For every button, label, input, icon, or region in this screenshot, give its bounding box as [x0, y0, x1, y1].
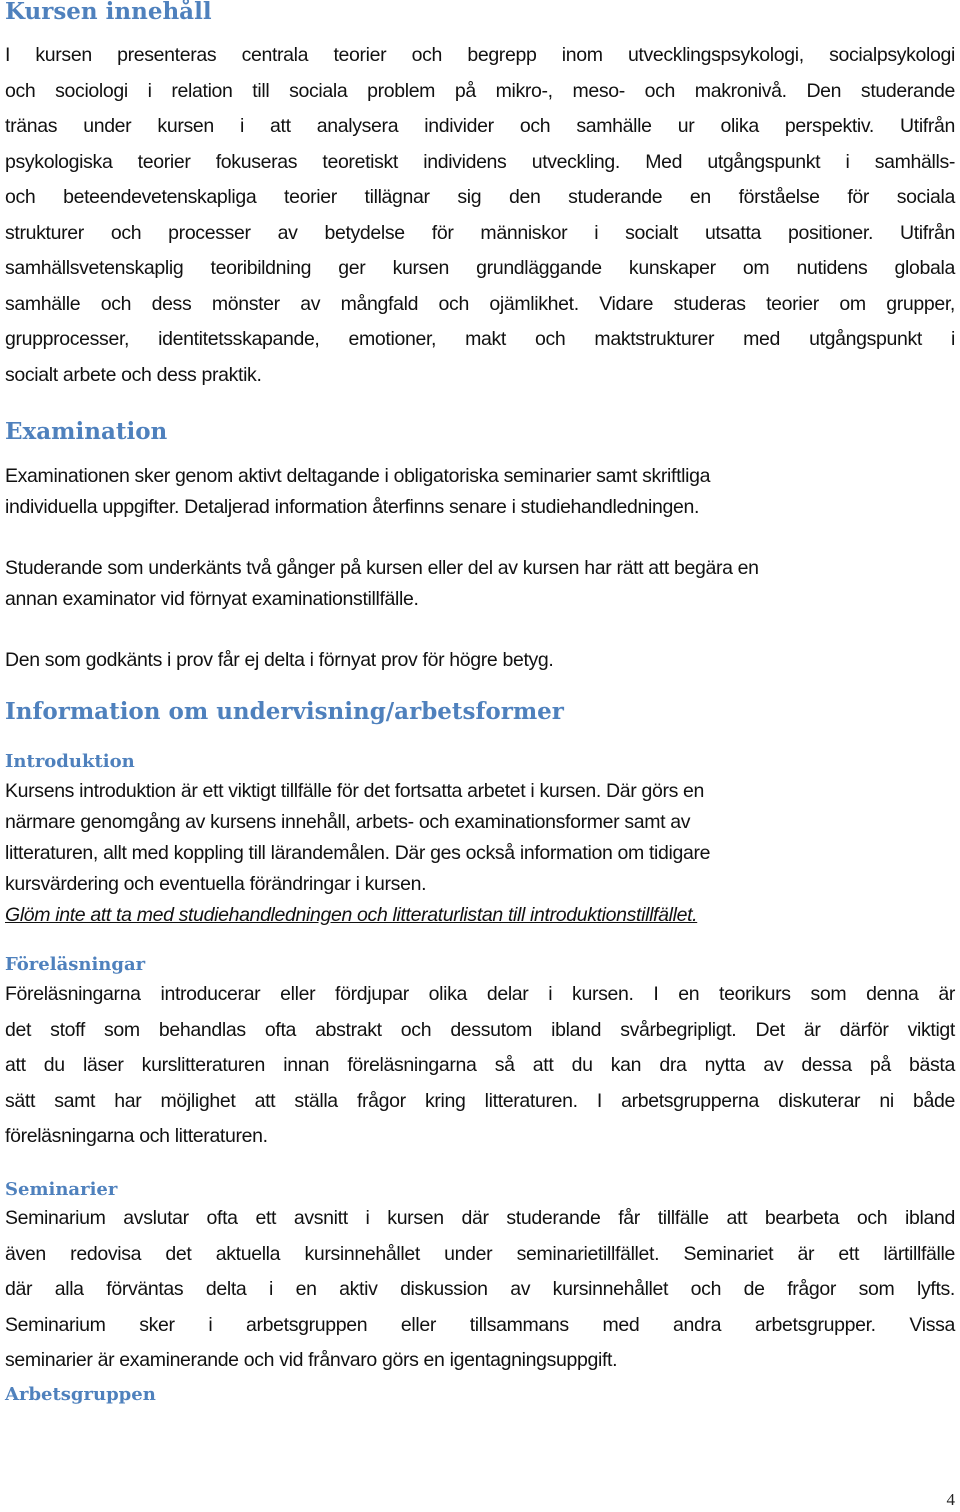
introduktion-note: Glöm inte att ta med studiehandledningen…: [5, 904, 698, 926]
paragraph-introduktion: Kursens introduktion är ett viktigt till…: [5, 776, 955, 931]
text-line: Seminarium sker i arbetsgruppen eller ti…: [5, 1313, 955, 1336]
text-line: strukturer och processer av betydelse fö…: [5, 221, 955, 244]
text-line: tränas under kursen i att analysera indi…: [5, 115, 955, 137]
heading-seminarier: Seminarier: [5, 1179, 118, 1200]
heading-arbetsgruppen: Arbetsgruppen: [5, 1384, 156, 1405]
paragraph-forelasningar: Föreläsningarna introducerar eller fördj…: [5, 977, 955, 1155]
heading-kursen-innehall: Kursen innehåll: [5, 0, 212, 25]
text-line: kursvärdering och eventuella förändringa…: [5, 873, 427, 895]
heading-introduktion: Introduktion: [5, 751, 135, 772]
text-line: socialt arbete och dess praktik.: [5, 363, 262, 386]
paragraph-seminarier: Seminarium avslutar ofta ett avsnitt i k…: [5, 1201, 955, 1379]
page-number: 4: [946, 1490, 956, 1509]
text-line: Kursens introduktion är ett viktigt till…: [5, 780, 705, 802]
text-line: annan examinator vid förnyat examination…: [5, 588, 419, 610]
heading-examination: Examination: [5, 418, 168, 445]
text-line: seminarier är examinerande och vid frånv…: [5, 1349, 618, 1371]
text-line: Studerande som underkänts två gånger på …: [5, 557, 759, 579]
paragraph-kursen-innehall: I kursen presenteras centrala teorier oc…: [5, 38, 955, 393]
text-line: och sociologi i relation till sociala pr…: [5, 79, 955, 102]
paragraph-examination-2: Studerande som underkänts två gånger på …: [5, 553, 955, 615]
text-line: sätt samt har möjlighet att ställa frågo…: [5, 1089, 955, 1112]
text-line: I kursen presenteras centrala teorier oc…: [5, 44, 955, 66]
text-line: Seminarium avslutar ofta ett avsnitt i k…: [5, 1207, 955, 1229]
text-line: psykologiska teorier fokuseras teoretisk…: [5, 150, 955, 173]
text-line: det stoff som behandlas ofta abstrakt oc…: [5, 1018, 955, 1041]
text-line: samhällsvetenskaplig teoribildning ger k…: [5, 257, 955, 279]
text-line: litteraturen, allt med koppling till lär…: [5, 842, 711, 864]
text-line: samhälle och dess mönster av mångfald oc…: [5, 292, 955, 315]
heading-information: Information om undervisning/arbetsformer: [5, 698, 564, 725]
text-line: grupprocesser, identitetsskapande, emoti…: [5, 328, 955, 350]
text-line: att du läser kurslitteraturen innan före…: [5, 1054, 955, 1076]
text-line: individuella uppgifter. Detaljerad infor…: [5, 496, 700, 518]
paragraph-examination-1: Examinationen sker genom aktivt deltagan…: [5, 461, 955, 523]
paragraph-examination-3: Den som godkänts i prov får ej delta i f…: [5, 645, 955, 676]
heading-forelasningar: Föreläsningar: [5, 954, 146, 975]
text-line: föreläsningarna och litteraturen.: [5, 1125, 268, 1147]
text-line: där alla förväntas delta i en aktiv disk…: [5, 1278, 955, 1300]
text-line: Den som godkänts i prov får ej delta i f…: [5, 649, 554, 671]
text-line: Examinationen sker genom aktivt deltagan…: [5, 465, 711, 487]
text-line: Föreläsningarna introducerar eller fördj…: [5, 983, 955, 1005]
text-line: närmare genomgång av kursens innehåll, a…: [5, 811, 691, 833]
text-line: och beteendevetenskapliga teorier tilläg…: [5, 186, 955, 208]
text-line: även redovisa det aktuella kursinnehålle…: [5, 1242, 955, 1265]
